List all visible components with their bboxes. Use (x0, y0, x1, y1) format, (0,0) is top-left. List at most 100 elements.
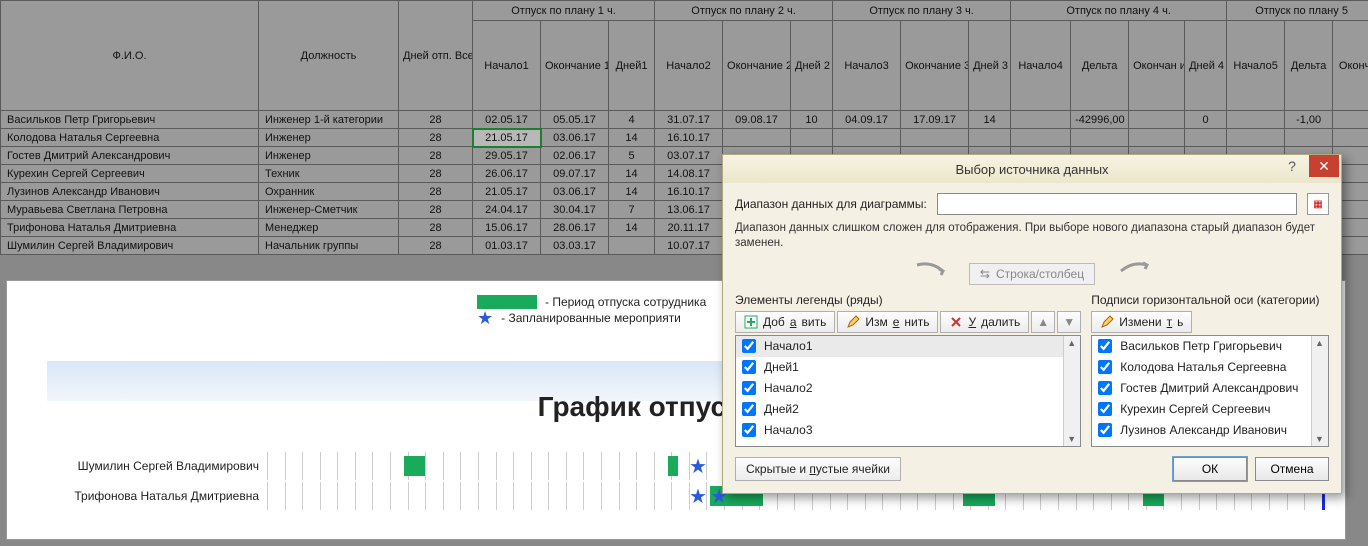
cell[interactable]: 15.06.17 (473, 219, 541, 237)
series-checkbox[interactable] (742, 339, 756, 353)
category-item[interactable]: Гостев Дмитрий Александрович (1092, 378, 1328, 399)
chart-range-input[interactable] (937, 193, 1297, 215)
cell[interactable] (1129, 111, 1185, 129)
cell[interactable] (1185, 129, 1227, 147)
cell[interactable]: Курехин Сергей Сергеевич (1, 165, 259, 183)
cell[interactable]: 10 (791, 111, 833, 129)
cell[interactable]: 30.04.17 (541, 201, 609, 219)
cell[interactable] (1011, 111, 1071, 129)
cell[interactable]: Васильков Петр Григорьевич (1, 111, 259, 129)
cell[interactable]: 28 (399, 129, 473, 147)
help-button[interactable]: ? (1277, 155, 1307, 177)
series-checkbox[interactable] (742, 402, 756, 416)
cell[interactable]: 31.07.17 (655, 111, 723, 129)
series-item[interactable]: Дней1 (736, 357, 1080, 378)
dialog-titlebar[interactable]: Выбор источника данных ? ✕ (723, 155, 1341, 183)
category-item[interactable]: Лузинов Александр Иванович (1092, 420, 1328, 441)
cell[interactable] (1227, 129, 1285, 147)
cell[interactable]: 0 (1185, 111, 1227, 129)
hidden-empty-cells-button[interactable]: Скрытые и пустые ячейки (735, 457, 901, 481)
series-listbox[interactable]: Начало1Дней1Начало2Дней2Начало3 (735, 335, 1081, 447)
cell[interactable]: Трифонова Наталья Дмитриевна (1, 219, 259, 237)
cell[interactable]: 24.04.17 (473, 201, 541, 219)
cell[interactable] (1227, 111, 1285, 129)
range-picker-button[interactable]: ▦ (1307, 193, 1329, 215)
cell[interactable]: 03.06.17 (541, 183, 609, 201)
cell[interactable]: Охранник (259, 183, 399, 201)
cell[interactable]: Инженер 1-й категории (259, 111, 399, 129)
cell[interactable]: -42996,00 (1071, 111, 1129, 129)
cell[interactable] (1333, 129, 1368, 147)
move-up-button[interactable]: ▲ (1031, 311, 1055, 333)
cell[interactable]: 14 (609, 129, 655, 147)
cell[interactable]: Лузинов Александр Иванович (1, 183, 259, 201)
cell[interactable]: 28 (399, 237, 473, 255)
cell[interactable] (1011, 129, 1071, 147)
cell[interactable]: 10.07.17 (655, 237, 723, 255)
cell[interactable]: 16.10.17 (655, 129, 723, 147)
cancel-button[interactable]: Отмена (1255, 457, 1329, 481)
cell[interactable] (1071, 129, 1129, 147)
cell[interactable]: -1,00 (1285, 111, 1333, 129)
cell[interactable]: 7 (609, 201, 655, 219)
cell[interactable]: 03.06.17 (541, 129, 609, 147)
cell[interactable]: Шумилин Сергей Владимирович (1, 237, 259, 255)
cell[interactable]: 13.06.17 (655, 201, 723, 219)
cell[interactable]: 28 (399, 201, 473, 219)
cell[interactable]: 20.11.17 (655, 219, 723, 237)
cell[interactable] (609, 237, 655, 255)
cell[interactable]: Гостев Дмитрий Александрович (1, 147, 259, 165)
series-item[interactable]: Начало3 (736, 420, 1080, 441)
series-item[interactable]: Дней2 (736, 399, 1080, 420)
category-checkbox[interactable] (1098, 360, 1112, 374)
cell[interactable] (1333, 111, 1368, 129)
edit-categories-button[interactable]: Изменить (1091, 311, 1192, 333)
series-checkbox[interactable] (742, 381, 756, 395)
scrollbar[interactable] (1311, 336, 1328, 446)
cell[interactable]: 09.08.17 (723, 111, 791, 129)
cell[interactable]: Начальник группы (259, 237, 399, 255)
cell[interactable]: 14.08.17 (655, 165, 723, 183)
series-item[interactable]: Начало2 (736, 378, 1080, 399)
cell[interactable]: Муравьева Светлана Петровна (1, 201, 259, 219)
cell[interactable]: Инженер (259, 129, 399, 147)
cell[interactable]: 05.05.17 (541, 111, 609, 129)
cell[interactable] (833, 129, 901, 147)
cell[interactable]: 14 (969, 111, 1011, 129)
cell[interactable]: 5 (609, 147, 655, 165)
cell[interactable]: 09.07.17 (541, 165, 609, 183)
edit-series-button[interactable]: Изменить (837, 311, 938, 333)
cell[interactable]: 03.03.17 (541, 237, 609, 255)
cell[interactable] (901, 129, 969, 147)
cell[interactable] (969, 129, 1011, 147)
cell[interactable]: 21.05.17 (473, 129, 541, 147)
series-item[interactable]: Начало1 (736, 336, 1080, 357)
cell[interactable] (1129, 129, 1185, 147)
cell[interactable]: 26.06.17 (473, 165, 541, 183)
cell[interactable] (1285, 129, 1333, 147)
category-checkbox[interactable] (1098, 423, 1112, 437)
cell[interactable] (723, 129, 791, 147)
cell[interactable]: 01.03.17 (473, 237, 541, 255)
category-checkbox[interactable] (1098, 381, 1112, 395)
cell[interactable]: Инженер-Сметчик (259, 201, 399, 219)
move-down-button[interactable]: ▼ (1057, 311, 1081, 333)
cell[interactable]: 16.10.17 (655, 183, 723, 201)
cell[interactable]: Инженер (259, 147, 399, 165)
cell[interactable]: 14 (609, 183, 655, 201)
category-checkbox[interactable] (1098, 402, 1112, 416)
cell[interactable]: 17.09.17 (901, 111, 969, 129)
cell[interactable]: Менеджер (259, 219, 399, 237)
cell[interactable]: 04.09.17 (833, 111, 901, 129)
cell[interactable] (791, 129, 833, 147)
category-item[interactable]: Колодова Наталья Сергеевна (1092, 357, 1328, 378)
cell[interactable]: 28 (399, 165, 473, 183)
cell[interactable]: 02.06.17 (541, 147, 609, 165)
close-button[interactable]: ✕ (1309, 155, 1339, 177)
cell[interactable]: 28 (399, 183, 473, 201)
cell[interactable]: 02.05.17 (473, 111, 541, 129)
category-item[interactable]: Курехин Сергей Сергеевич (1092, 399, 1328, 420)
cell[interactable]: 21.05.17 (473, 183, 541, 201)
scrollbar[interactable] (1063, 336, 1080, 446)
table-row[interactable]: Васильков Петр ГригорьевичИнженер 1-й ка… (1, 111, 1368, 129)
